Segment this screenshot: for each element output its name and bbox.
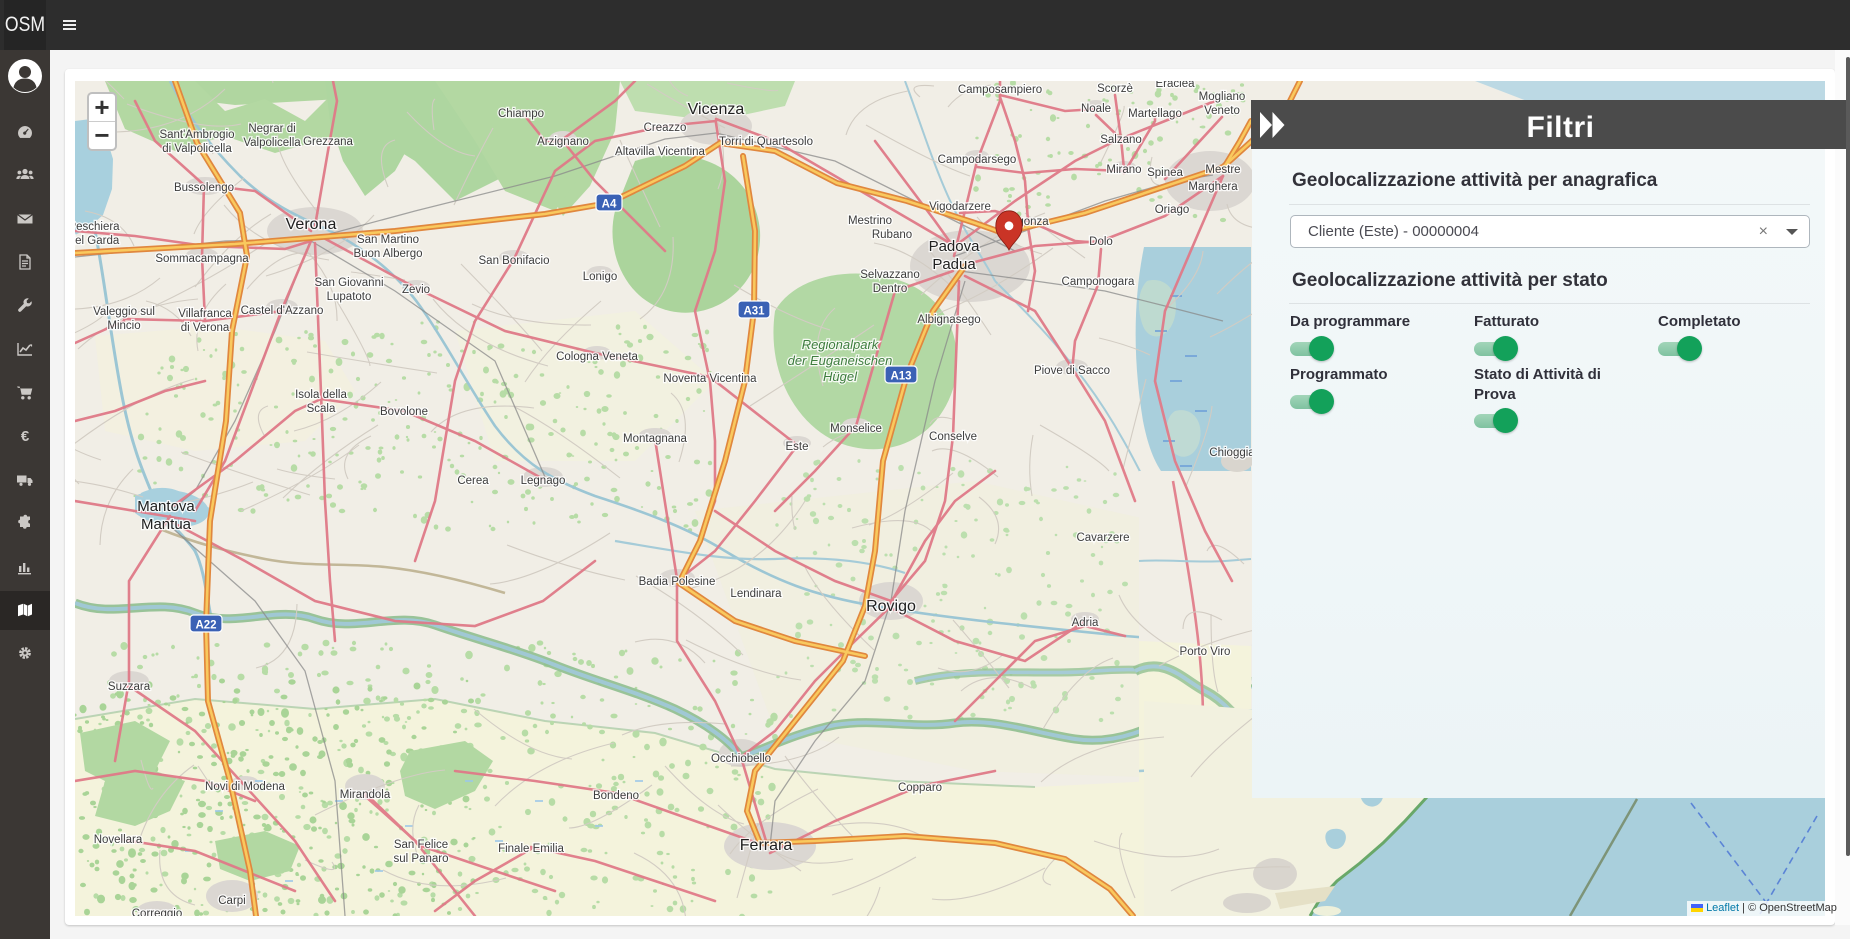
svg-text:San Bonifacio: San Bonifacio — [479, 255, 550, 267]
svg-text:Peschiera: Peschiera — [75, 221, 120, 233]
svg-text:Ferrara: Ferrara — [740, 837, 793, 854]
svg-text:Rovigo: Rovigo — [866, 598, 916, 615]
svg-text:Rubano: Rubano — [872, 229, 912, 241]
svg-text:Vigodarzere: Vigodarzere — [929, 201, 991, 213]
svg-text:Este: Este — [785, 441, 808, 453]
svg-text:Bondeno: Bondeno — [593, 790, 639, 802]
svg-text:Oriago: Oriago — [1155, 204, 1190, 216]
svg-text:A4: A4 — [602, 199, 617, 211]
svg-text:Dentro: Dentro — [873, 283, 908, 295]
svg-text:Cavarzere: Cavarzere — [1076, 532, 1129, 544]
svg-text:Mestre: Mestre — [1205, 164, 1240, 176]
svg-text:Bovolone: Bovolone — [380, 406, 428, 418]
svg-text:Vicenza: Vicenza — [688, 101, 745, 118]
svg-text:Castel d'Azzano: Castel d'Azzano — [241, 305, 324, 317]
svg-text:Monselice: Monselice — [830, 423, 882, 435]
svg-text:Valeggio sul: Valeggio sul — [93, 306, 155, 318]
svg-text:Scorzè: Scorzè — [1097, 83, 1133, 95]
svg-text:Badia Polesine: Badia Polesine — [639, 576, 716, 588]
svg-text:Mestrino: Mestrino — [848, 215, 892, 227]
svg-text:Scala: Scala — [307, 403, 336, 415]
svg-text:Mincio: Mincio — [107, 320, 140, 332]
svg-text:Regionalpark: Regionalpark — [802, 337, 880, 352]
svg-text:San Felice: San Felice — [394, 839, 448, 851]
svg-text:Mantua: Mantua — [141, 516, 192, 533]
svg-text:Lonigo: Lonigo — [583, 271, 618, 283]
svg-text:Chioggia: Chioggia — [1209, 447, 1255, 459]
svg-text:Isola della: Isola della — [295, 389, 347, 401]
svg-text:Padua: Padua — [932, 256, 976, 273]
svg-text:Carpi: Carpi — [218, 895, 245, 907]
svg-text:Legnago: Legnago — [521, 475, 566, 487]
svg-text:Campodarsego: Campodarsego — [938, 154, 1017, 166]
svg-text:di Verona: di Verona — [181, 322, 230, 334]
svg-text:Spinea: Spinea — [1147, 167, 1183, 179]
svg-text:der Euganeischen: der Euganeischen — [788, 353, 893, 368]
svg-text:Conselve: Conselve — [929, 431, 977, 443]
svg-text:Creazzo: Creazzo — [644, 122, 687, 134]
svg-text:Sommacampagna: Sommacampagna — [155, 253, 249, 265]
svg-text:Lupatoto: Lupatoto — [327, 291, 372, 303]
svg-text:del Garda: del Garda — [75, 235, 120, 247]
svg-text:Hügel: Hügel — [823, 369, 858, 384]
svg-text:A13: A13 — [890, 371, 911, 383]
svg-text:Verona: Verona — [286, 216, 337, 233]
svg-text:Cerea: Cerea — [457, 475, 489, 487]
svg-text:Mirandola: Mirandola — [340, 789, 391, 801]
svg-text:Occhiobello: Occhiobello — [711, 753, 771, 765]
svg-text:Martellago: Martellago — [1128, 108, 1182, 120]
svg-text:San Giovanni: San Giovanni — [314, 277, 383, 289]
svg-text:A22: A22 — [195, 620, 216, 632]
svg-text:Piove di Sacco: Piove di Sacco — [1034, 365, 1110, 377]
svg-text:Porto Viro: Porto Viro — [1180, 646, 1231, 658]
svg-text:Selvazzano: Selvazzano — [860, 269, 919, 281]
svg-text:Noventa Vicentina: Noventa Vicentina — [663, 373, 757, 385]
svg-text:Altavilla Vicentina: Altavilla Vicentina — [615, 146, 706, 158]
svg-text:Salzano: Salzano — [1100, 134, 1142, 146]
svg-text:Torri di Quartesolo: Torri di Quartesolo — [719, 136, 813, 148]
svg-text:Camponogara: Camponogara — [1062, 276, 1135, 288]
svg-text:Suzzara: Suzzara — [108, 681, 151, 693]
svg-text:Padova: Padova — [929, 238, 981, 255]
svg-text:Mogliano: Mogliano — [1199, 91, 1246, 103]
svg-text:Veneto: Veneto — [1204, 105, 1240, 117]
svg-text:Zevio: Zevio — [402, 284, 430, 296]
svg-text:Buon Albergo: Buon Albergo — [353, 248, 422, 260]
svg-text:Novellara: Novellara — [94, 834, 143, 846]
svg-text:Correggio: Correggio — [132, 908, 183, 916]
svg-text:Arzignano: Arzignano — [537, 136, 589, 148]
svg-text:Negrar di: Negrar di — [248, 123, 295, 135]
svg-text:Eraclea: Eraclea — [1156, 81, 1196, 90]
svg-text:Camposampiero: Camposampiero — [958, 84, 1042, 96]
svg-text:Novi di Modena: Novi di Modena — [205, 781, 286, 793]
svg-text:Adria: Adria — [1072, 617, 1099, 629]
svg-text:sul Panaro: sul Panaro — [394, 853, 449, 865]
svg-text:Bussolengo: Bussolengo — [174, 182, 234, 194]
svg-text:Noale: Noale — [1081, 103, 1111, 115]
svg-text:Mirano: Mirano — [1106, 164, 1141, 176]
svg-text:Montagnana: Montagnana — [623, 433, 688, 445]
svg-text:€: € — [21, 428, 30, 445]
svg-text:di Valpolicella: di Valpolicella — [162, 143, 232, 155]
svg-text:Finale Emilia: Finale Emilia — [498, 843, 564, 855]
svg-text:Copparo: Copparo — [898, 782, 942, 794]
svg-text:Mantova: Mantova — [137, 498, 195, 515]
svg-text:Sant'Ambrogio: Sant'Ambrogio — [159, 129, 234, 141]
svg-text:Lendinara: Lendinara — [730, 588, 782, 600]
svg-text:San Martino: San Martino — [357, 234, 419, 246]
svg-text:Grezzana: Grezzana — [303, 136, 353, 148]
svg-text:A31: A31 — [743, 306, 765, 318]
svg-text:Dolo: Dolo — [1089, 236, 1113, 248]
svg-text:Marghera: Marghera — [1188, 181, 1238, 193]
svg-text:Cologna Veneta: Cologna Veneta — [556, 351, 638, 363]
svg-text:Chiampo: Chiampo — [498, 108, 544, 120]
svg-text:Albignasego: Albignasego — [917, 314, 980, 326]
svg-text:Valpolicella: Valpolicella — [243, 137, 301, 149]
svg-text:Villafranca: Villafranca — [178, 308, 232, 320]
